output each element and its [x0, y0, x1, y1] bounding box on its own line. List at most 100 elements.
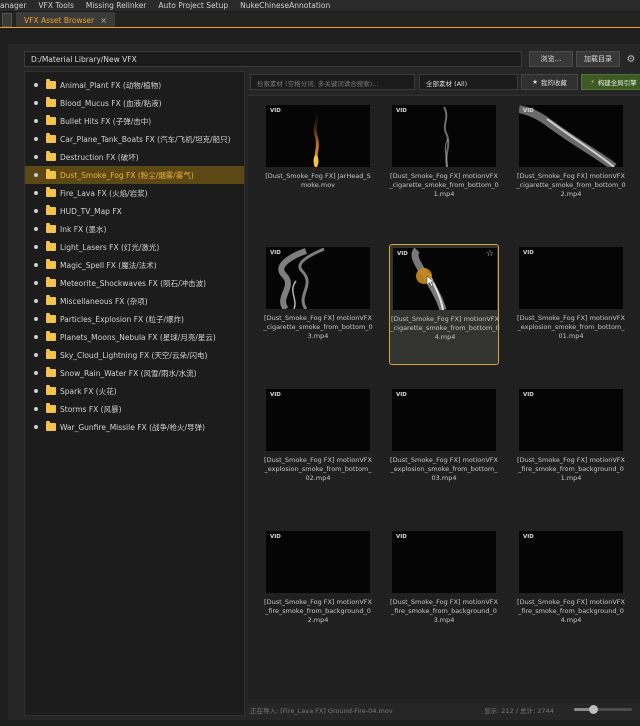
tree-item[interactable]: Spark FX (火花) [25, 382, 244, 400]
folder-icon [46, 331, 56, 341]
video-badge: VID [523, 250, 534, 256]
tree-item[interactable]: Dust_Smoke_Fog FX (粉尘/烟雾/雾气) [25, 166, 244, 184]
asset-card[interactable]: VID [Dust_Smoke_Fog FX] JarHead_Smoke.mov [263, 102, 373, 223]
bullet-icon [34, 389, 38, 393]
tree-item[interactable]: Sky_Cloud_Lightning FX (天空/云朵/闪电) [25, 346, 244, 364]
gear-icon[interactable]: ⚙ [625, 51, 637, 67]
video-badge: VID [270, 250, 281, 256]
tree-item-label: Meteorite_Shockwaves FX (陨石/冲击波) [60, 278, 207, 288]
build-engine-button[interactable]: ⚡ 构建全局引擎 [581, 74, 640, 90]
category-filter-select[interactable]: 全部素材 (All) [419, 74, 518, 90]
folder-icon [46, 313, 56, 323]
video-badge: VID [397, 251, 408, 257]
asset-thumbnail[interactable]: VID [519, 531, 623, 593]
video-badge: VID [270, 534, 281, 540]
asset-thumbnail[interactable]: VID [392, 531, 496, 593]
asset-caption: [Dust_Smoke_Fog FX] motionVFX_explosion_… [517, 314, 625, 340]
tree-item-label: Fire_Lava FX (火焰/岩浆) [60, 188, 148, 198]
library-path-input[interactable]: D:/Material Library/New VFX [24, 51, 522, 67]
asset-thumbnail[interactable]: VID [266, 531, 370, 593]
tree-item[interactable]: Fire_Lava FX (火焰/岩浆) [25, 184, 244, 202]
asset-card[interactable]: VID [Dust_Smoke_Fog FX] motionVFX_fire_sm… [263, 528, 373, 649]
asset-card[interactable]: VID [Dust_Smoke_Fog FX] motionVFX_explosi… [516, 244, 626, 365]
search-input[interactable]: 检索素材 (空格分词, 多关键词请合搜索)... [250, 74, 415, 90]
tree-item[interactable]: Storms FX (风暴) [25, 400, 244, 418]
bullet-icon [34, 317, 38, 321]
tree-item[interactable]: Light_Lasers FX (灯光/激光) [25, 238, 244, 256]
asset-grid: VID [Dust_Smoke_Fog FX] JarHead_Smoke.mov… [248, 95, 640, 703]
asset-card[interactable]: VID ☆ [Dust_Smoke_Fog FX] motionVFX_cigare… [389, 244, 500, 365]
tree-item-label: Dust_Smoke_Fog FX (粉尘/烟雾/雾气) [60, 170, 194, 180]
bullet-icon [34, 83, 38, 87]
video-badge: VID [523, 392, 534, 398]
menu-item[interactable]: Auto Project Setup [152, 1, 234, 10]
tree-item-label: Miscellaneous FX (杂项) [60, 296, 148, 306]
zoom-slider-knob[interactable] [588, 705, 598, 714]
asset-thumbnail[interactable]: VID [392, 389, 496, 451]
asset-thumbnail[interactable]: VID [266, 105, 370, 167]
tree-item[interactable]: War_Gunfire_Missile FX (战争/枪火/导弹) [25, 418, 244, 436]
favorite-star-icon[interactable]: ☆ [486, 249, 494, 259]
tree-item[interactable]: Meteorite_Shockwaves FX (陨石/冲击波) [25, 274, 244, 292]
tree-item-label: HUD_TV_Map FX [60, 206, 122, 216]
tab-close-icon[interactable]: × [100, 16, 107, 25]
tree-item[interactable]: Car_Plane_Tank_Boats FX (汽车/飞机/坦克/船只) [25, 130, 244, 148]
tree-item[interactable]: Planets_Moons_Nebula FX (星球/月亮/星云) [25, 328, 244, 346]
tab-vfx-asset-browser[interactable]: VFX Asset Browser × [16, 12, 115, 27]
tree-item[interactable]: Magic_Spell FX (魔法/法术) [25, 256, 244, 274]
bullet-icon [34, 263, 38, 267]
menu-item[interactable]: VFX Tools [32, 1, 79, 10]
asset-pane: 检索素材 (空格分词, 多关键词请合搜索)... 全部素材 (All) ★ 我的… [248, 71, 640, 716]
tree-item[interactable]: Bullet Hits FX (子弹/击中) [25, 112, 244, 130]
tree-item[interactable]: Blood_Mucus FX (血液/粘液) [25, 94, 244, 112]
asset-card[interactable]: VID [Dust_Smoke_Fog FX] motionVFX_explosi… [263, 386, 373, 507]
asset-card[interactable]: VID [Dust_Smoke_Fog FX] motionVFX_cigaret… [263, 244, 373, 365]
favorites-label: 我的收藏 [540, 79, 567, 87]
asset-thumbnail[interactable]: VID ☆ [393, 248, 497, 310]
tree-item[interactable]: Animal_Plant FX (动物/植物) [25, 76, 244, 94]
asset-caption: [Dust_Smoke_Fog FX] motionVFX_fire_smoke… [390, 598, 498, 624]
tree-item[interactable]: Snow_Rain_Water FX (风雪/雨水/水流) [25, 364, 244, 382]
browse-button[interactable]: 浏览... [529, 51, 573, 67]
tree-item-label: Car_Plane_Tank_Boats FX (汽车/飞机/坦克/船只) [60, 134, 231, 144]
tree-item[interactable]: Ink FX (墨水) [25, 220, 244, 238]
tree-item[interactable]: Particles_Explosion FX (粒子/爆炸) [25, 310, 244, 328]
asset-caption: [Dust_Smoke_Fog FX] motionVFX_explosion_… [390, 456, 498, 482]
folder-icon [46, 79, 56, 89]
asset-card[interactable]: VID [Dust_Smoke_Fog FX] motionVFX_cigaret… [389, 102, 499, 223]
asset-thumbnail[interactable]: VID [519, 247, 623, 309]
tree-item[interactable]: HUD_TV_Map FX [25, 202, 244, 220]
asset-caption: [Dust_Smoke_Fog FX] motionVFX_fire_smoke… [264, 598, 372, 624]
bullet-icon [34, 353, 38, 357]
zoom-slider[interactable] [574, 705, 632, 714]
menu-item[interactable]: anager [0, 1, 32, 10]
menu-item[interactable]: Missing Relinker [80, 1, 153, 10]
asset-card[interactable]: VID [Dust_Smoke_Fog FX] motionVFX_cigaret… [516, 102, 626, 223]
asset-thumbnail[interactable]: VID [392, 105, 496, 167]
asset-thumbnail[interactable]: VID [266, 247, 370, 309]
bullet-icon [34, 227, 38, 231]
asset-count: 显示: 212 / 总计: 2744 [484, 706, 554, 715]
folder-icon [46, 223, 56, 233]
menu-bar: anager VFX Tools Missing Relinker Auto Proj… [0, 0, 640, 12]
load-directory-button[interactable]: 加载目录 [576, 51, 620, 67]
tree-item[interactable]: Destruction FX (破坏) [25, 148, 244, 166]
asset-card[interactable]: VID [Dust_Smoke_Fog FX] motionVFX_fire_sm… [516, 386, 626, 507]
asset-caption: [Dust_Smoke_Fog FX] motionVFX_cigarette_… [390, 315, 500, 341]
asset-card[interactable]: VID [Dust_Smoke_Fog FX] motionVFX_fire_sm… [516, 528, 626, 649]
menu-item[interactable]: NukeChineseAnnotation [234, 1, 336, 10]
favorites-button[interactable]: ★ 我的收藏 [521, 74, 578, 90]
asset-thumbnail[interactable]: VID [519, 389, 623, 451]
bullet-icon [34, 209, 38, 213]
tree-item-label: Destruction FX (破坏) [60, 152, 139, 162]
asset-thumbnail[interactable]: VID [519, 105, 623, 167]
tree-item-label: Storms FX (风暴) [60, 404, 122, 414]
video-badge: VID [270, 392, 281, 398]
asset-card[interactable]: VID [Dust_Smoke_Fog FX] motionVFX_fire_sm… [389, 528, 499, 649]
asset-card[interactable]: VID [Dust_Smoke_Fog FX] motionVFX_explosi… [389, 386, 499, 507]
tree-item-label: Planets_Moons_Nebula FX (星球/月亮/星云) [60, 332, 216, 342]
asset-thumbnail[interactable]: VID [266, 389, 370, 451]
panel-grip-icon[interactable] [2, 13, 12, 27]
tree-item[interactable]: Miscellaneous FX (杂项) [25, 292, 244, 310]
tab-bar: VFX Asset Browser × [0, 12, 640, 28]
